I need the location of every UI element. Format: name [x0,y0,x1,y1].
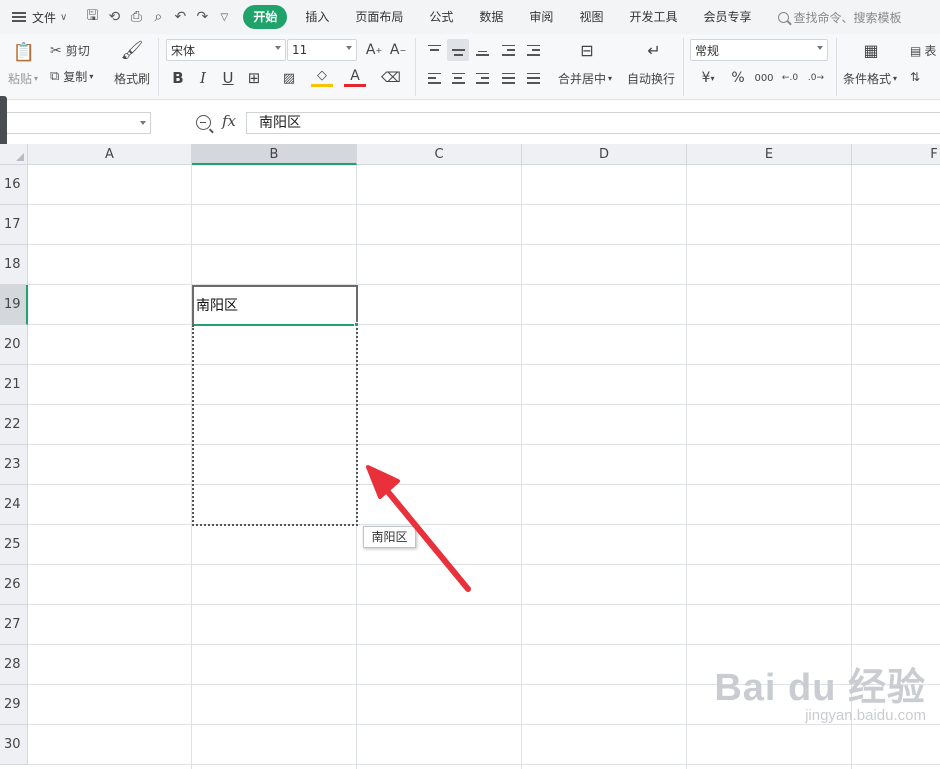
table-style-button[interactable]: ▤ 表 [910,42,940,59]
command-search-label: 查找命令、搜索模板 [793,10,902,25]
decrease-decimal-icon[interactable]: .0→ [805,67,827,89]
zoom-icon[interactable] [196,115,211,130]
name-box[interactable] [0,112,151,134]
copy-icon: ⧉ [50,69,60,84]
wrap-text-label: 自动换行 [627,72,676,86]
customize-toolbar-icon[interactable]: ▽ [213,6,235,28]
ribbon-tabs: 开始 插入 页面布局 公式 数据 审阅 视图 开发工具 会员专享 [243,5,764,29]
copy-button[interactable]: ⧉ 复制 ▾ [50,68,93,85]
clear-format-icon[interactable]: ⌫ [380,67,402,89]
format-painter-button[interactable]: 格式刷 [114,70,150,87]
increase-decimal-icon[interactable]: ←.0 [779,67,801,89]
conditional-format-label: 条件格式 [843,72,892,86]
ribbon-home: 📋 粘贴 ▾ ✂ 剪切 ⧉ 复制 ▾ 🖌 格式刷 宋体 11 A + A − B I U… [0,34,940,100]
paste-icon[interactable]: 📋 [12,40,36,64]
increase-indent-icon[interactable] [522,39,544,61]
file-menu-label: 文件 [32,10,57,25]
increase-font-icon[interactable]: A + [363,39,385,61]
currency-icon[interactable]: ¥ ▾ [697,67,719,89]
formula-input[interactable]: 南阳区 [246,112,940,134]
print-icon[interactable]: ⎙ [125,6,147,28]
copy-label: 复制 [63,70,88,84]
align-center-icon[interactable] [447,67,469,89]
fx-icon[interactable]: fx [222,112,236,130]
tab-3[interactable]: 公式 [416,5,466,29]
justify-icon[interactable] [497,67,519,89]
underline-icon[interactable]: U [217,67,239,89]
font-name-value: 宋体 [171,43,196,58]
table-style-label: 表 [924,44,937,58]
conditional-format-button[interactable]: 条件格式 ▾ [843,70,897,87]
fill-color-icon[interactable]: ◇ [311,67,333,87]
cut-label: 剪切 [65,44,90,58]
border-icon[interactable]: ⊞ [243,67,265,89]
format-painter-icon[interactable]: 🖌 [121,39,144,61]
menu-bar: 文件 ∨ 🖫 ⟲ ⎙ ⌕ ↶ ↷ ▽ 开始 插入 页面布局 公式 数据 审阅 视图 开发工具会… [0,0,940,34]
tab-5[interactable]: 审阅 [516,5,566,29]
print-preview-icon[interactable]: ⌕ [147,6,169,28]
format-painter-label: 格式刷 [114,72,151,86]
thousands-icon[interactable]: 000 [753,67,775,89]
font-color-icon[interactable]: A [344,67,366,87]
format-rows-icon: ⇅ [910,70,921,84]
search-icon [778,11,790,23]
number-format-select[interactable]: 常规 [690,39,828,61]
bold-icon[interactable]: B [167,67,189,89]
format-rows-button[interactable]: ⇅ [910,70,940,84]
save-icon[interactable]: 🖫 [81,6,103,28]
wrap-text-button[interactable]: 自动换行 [627,70,675,87]
align-left-icon[interactable] [423,67,445,89]
command-search[interactable]: 查找命令、搜索模板 [778,9,902,26]
formula-bar: fx 南阳区 [0,100,940,144]
scissors-icon: ✂ [50,42,62,59]
number-format-value: 常规 [695,43,720,58]
save-as-icon[interactable]: ⟲ [103,6,125,28]
merge-center-label: 合并居中 [558,72,607,86]
decrease-font-icon[interactable]: A − [387,39,409,61]
distributed-align-icon[interactable] [522,67,544,89]
align-middle-icon[interactable] [447,39,469,61]
paste-button[interactable]: 粘贴 ▾ [8,70,38,87]
spreadsheet-grid[interactable]: ABCDEF 16 17 18 19 20 21 22 23 24 25 26 27 28 29 30 南阳… [0,144,940,769]
undo-icon[interactable]: ↶ [169,6,191,28]
percent-icon[interactable]: % [727,67,749,89]
fill-pattern-icon[interactable]: ▨ [278,67,300,89]
tab-0[interactable]: 开始 [243,5,288,29]
table-style-icon: ▤ [910,43,922,58]
tab-6[interactable]: 视图 [566,5,616,29]
chevron-down-icon: ∨ [60,11,68,23]
decrease-indent-icon[interactable] [497,39,519,61]
tab-4[interactable]: 数据 [466,5,516,29]
font-size-select[interactable]: 11 [287,39,357,61]
hamburger-icon [12,12,26,22]
watermark-brand: Bai du 经验 [714,667,926,709]
font-name-select[interactable]: 宋体 [166,39,286,61]
tab-8[interactable]: 会员专享 [690,5,764,29]
italic-icon[interactable]: I [192,67,214,89]
file-menu[interactable]: 文件 ∨ [8,5,71,29]
align-bottom-icon[interactable] [471,39,493,61]
font-size-value: 11 [292,43,308,57]
paste-label: 粘贴 [8,72,33,86]
conditional-format-icon[interactable]: ▦ [860,39,882,61]
tab-2[interactable]: 页面布局 [342,5,416,29]
baidu-watermark: Bai du 经验 jingyan.baidu.com [714,656,926,724]
cut-button[interactable]: ✂ 剪切 [50,42,90,59]
tab-1[interactable]: 插入 [292,5,342,29]
align-right-icon[interactable] [471,67,493,89]
merge-center-button[interactable]: 合并居中 ▾ [558,70,612,87]
redo-icon[interactable]: ↷ [191,6,213,28]
chevron-down-icon [140,121,146,125]
tab-7[interactable]: 开发工具 [616,5,690,29]
wrap-text-icon[interactable]: ↵ [641,39,667,61]
quick-access-toolbar: 🖫 ⟲ ⎙ ⌕ ↶ ↷ ▽ [81,6,235,28]
merge-center-icon[interactable]: ⊟ [574,39,600,61]
align-top-icon[interactable] [423,39,445,61]
